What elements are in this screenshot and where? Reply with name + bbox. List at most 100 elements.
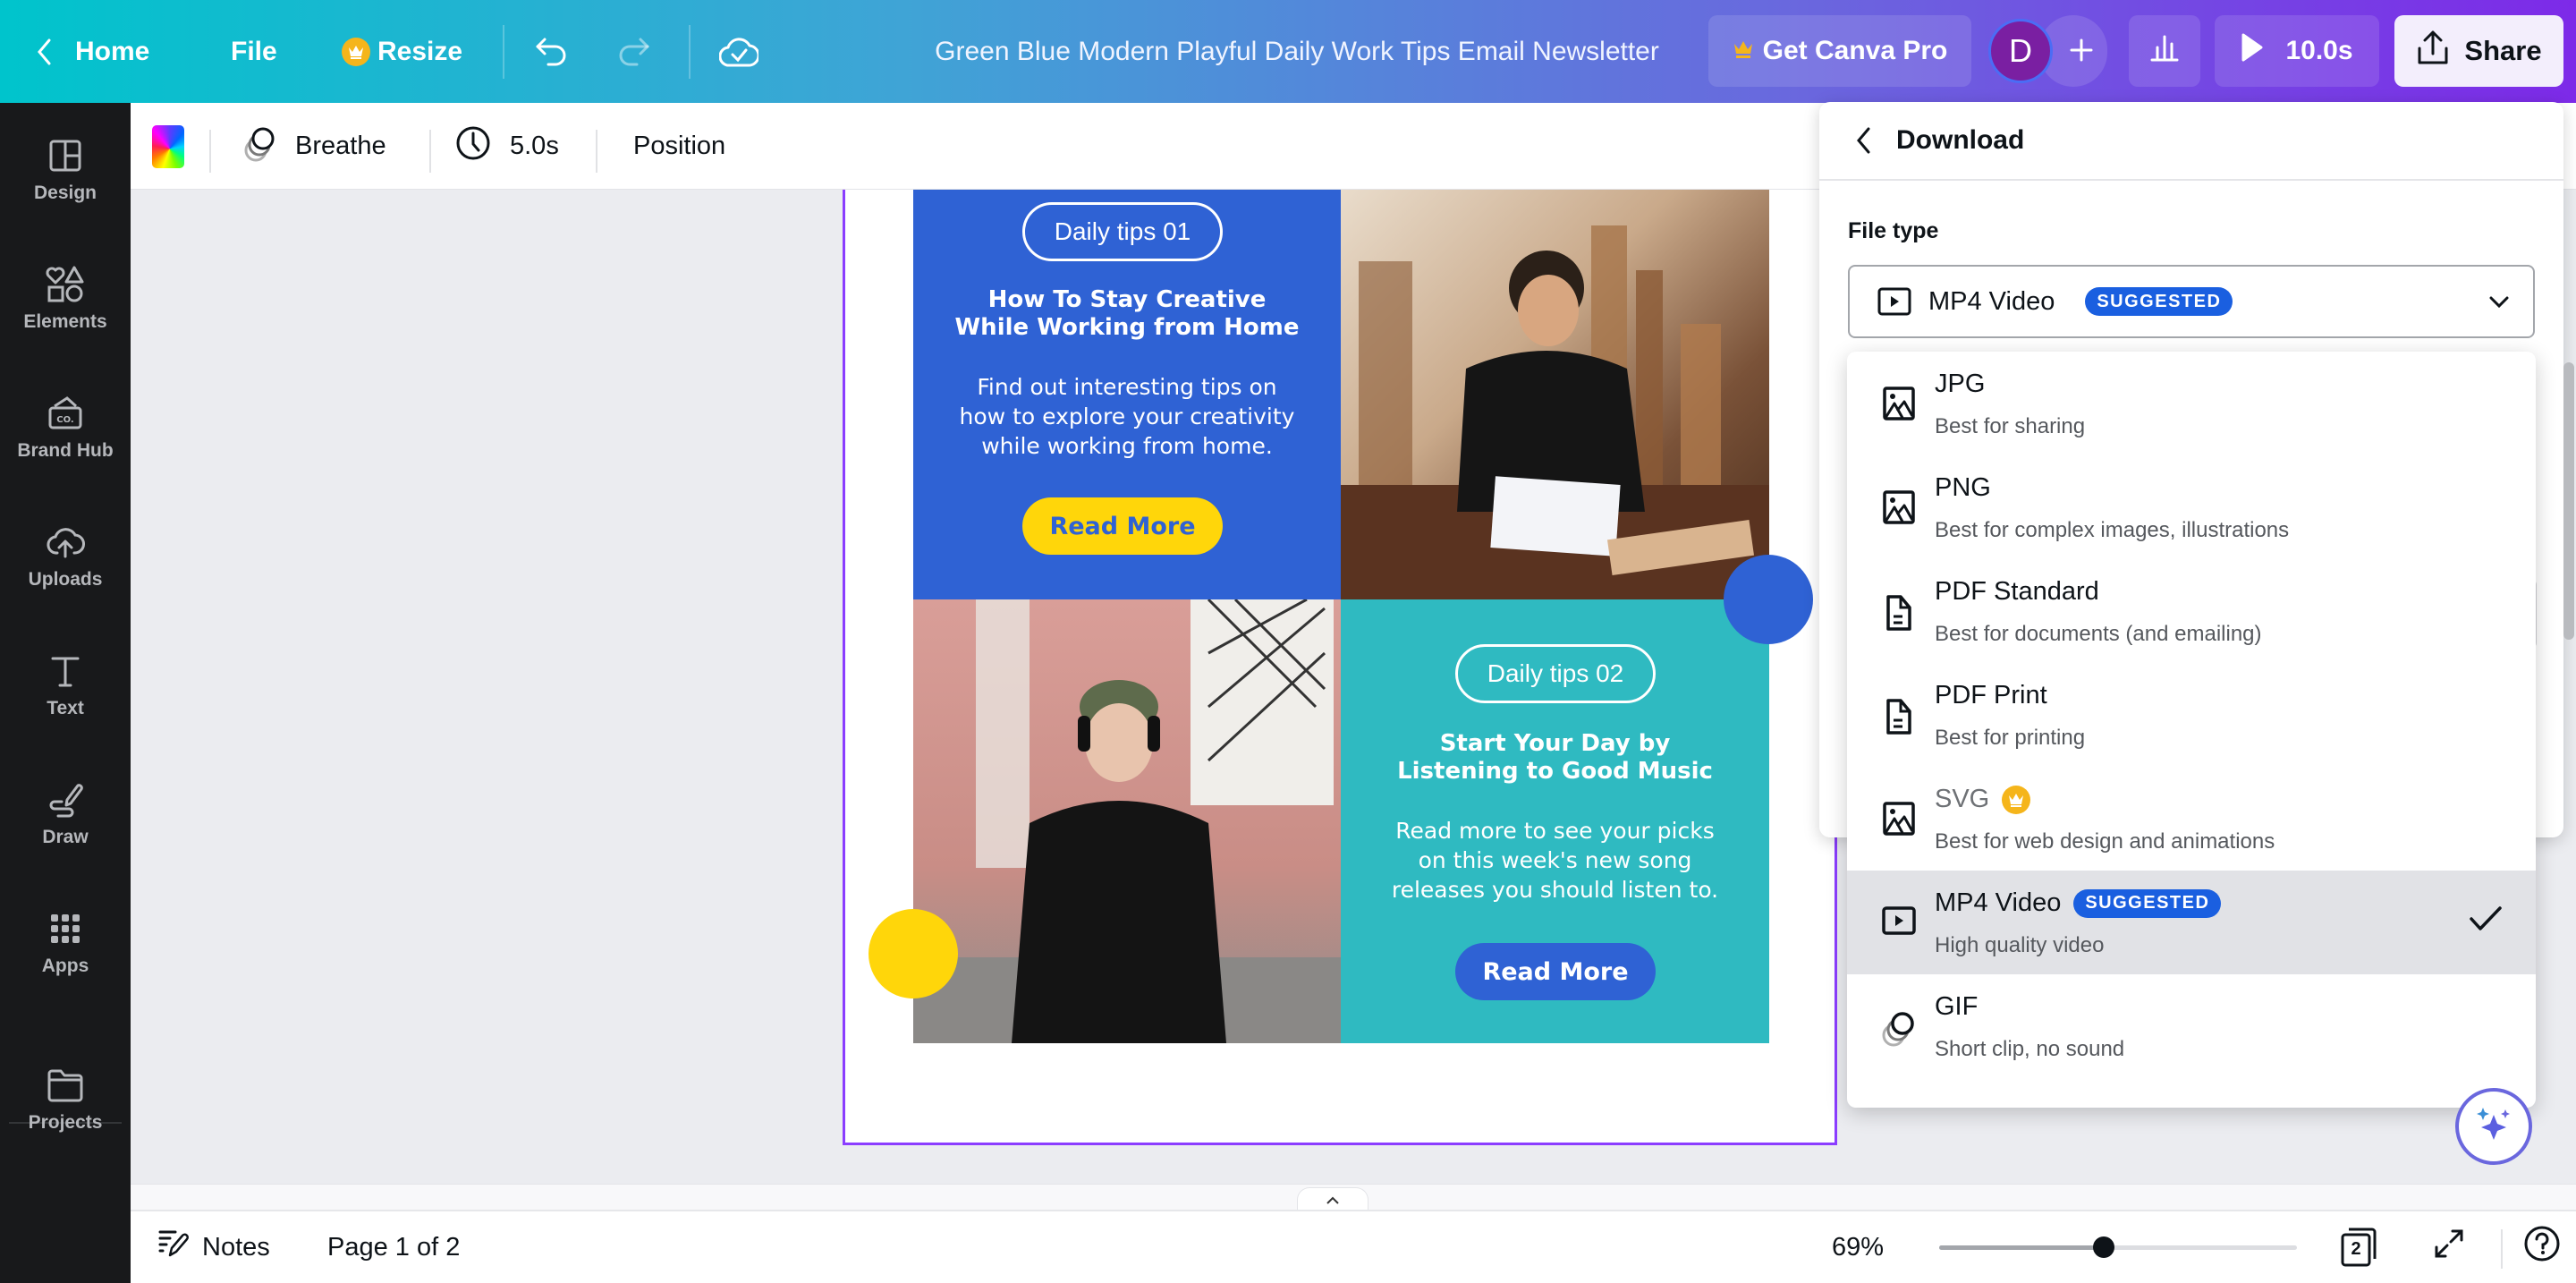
sidebar-label: Elements	[23, 311, 107, 332]
get-pro-label: Get Canva Pro	[1762, 36, 1948, 65]
read-more-button[interactable]: Read More	[1455, 943, 1656, 1000]
sidebar-item-elements[interactable]: Elements	[0, 263, 131, 333]
animation-button[interactable]: Breathe	[242, 103, 386, 190]
home-button[interactable]: Home	[36, 0, 149, 103]
zoom-level[interactable]: 69%	[1832, 1211, 1884, 1283]
zoom-slider[interactable]	[1939, 1236, 2297, 1258]
animate-layers-icon	[242, 123, 277, 170]
page-grid-button[interactable]: 2	[2340, 1211, 2377, 1283]
file-type-option-gif[interactable]: GIF Short clip, no sound	[1847, 974, 2536, 1078]
decor-circle-yellow[interactable]	[869, 909, 958, 998]
option-title-text: MP4 Video	[1935, 888, 2062, 917]
page-indicator[interactable]: Page 1 of 2	[327, 1211, 460, 1283]
expand-pages-button[interactable]	[1297, 1187, 1368, 1212]
sparkle-icon	[2471, 1102, 2516, 1151]
share-label: Share	[2464, 35, 2542, 66]
option-title: PNG	[1935, 473, 1991, 502]
undo-button[interactable]	[534, 0, 570, 103]
sidebar-item-text[interactable]: Text	[0, 650, 131, 719]
play-button[interactable]: 10.0s	[2215, 15, 2379, 87]
image-icon	[1881, 801, 1917, 837]
file-type-option-mp4[interactable]: MP4 Video SUGGESTED High quality video	[1847, 871, 2536, 974]
zoom-level-label: 69%	[1832, 1232, 1885, 1262]
file-type-option-pdf-print[interactable]: PDF Print Best for printing	[1847, 663, 2536, 767]
fullscreen-button[interactable]	[2433, 1211, 2465, 1283]
photo-woodworker[interactable]	[1341, 190, 1769, 599]
crown-icon	[2002, 785, 2031, 814]
checkmark-icon	[2468, 905, 2504, 938]
svg-text:CO.: CO.	[56, 415, 73, 425]
option-subtitle: Best for printing	[1935, 726, 2086, 750]
file-type-option-png[interactable]: PNG Best for complex images, illustratio…	[1847, 455, 2536, 559]
document-title[interactable]: Green Blue Modern Playful Daily Work Tip…	[912, 0, 1682, 103]
insights-button[interactable]	[2129, 15, 2200, 87]
save-status-button[interactable]	[719, 0, 758, 103]
position-button[interactable]: Position	[633, 103, 725, 190]
notes-icon	[157, 1228, 190, 1266]
sidebar-item-projects[interactable]: Projects	[0, 1064, 131, 1134]
share-upload-icon	[2416, 29, 2450, 73]
sidebar-item-uploads[interactable]: Uploads	[0, 521, 131, 591]
sidebar-label: Apps	[41, 956, 89, 976]
undo-icon	[534, 36, 570, 68]
chevron-left-icon	[1857, 127, 1870, 154]
headphones-illustration	[913, 598, 1341, 1043]
option-title: PDF Standard	[1935, 577, 2099, 606]
zoom-slider-thumb[interactable]	[2093, 1236, 2114, 1258]
play-duration: 10.0s	[2285, 36, 2353, 65]
sidebar-label: Text	[47, 698, 84, 718]
background-color-button[interactable]	[152, 103, 184, 190]
notes-button[interactable]: Notes	[157, 1211, 270, 1283]
tip-block-1[interactable]: Daily tips 01 How To Stay Creative While…	[913, 190, 1341, 599]
divider	[429, 130, 431, 173]
file-type-option-svg[interactable]: SVG Best for web design and animations	[1847, 767, 2536, 871]
download-panel-header: Download	[1819, 102, 2563, 181]
help-icon	[2523, 1225, 2561, 1270]
option-title: GIF	[1935, 992, 1979, 1021]
file-type-dropdown: JPG Best for sharing PNG Best for comple…	[1847, 352, 2536, 1108]
text-icon	[44, 650, 87, 692]
get-canva-pro-button[interactable]: Get Canva Pro	[1708, 15, 1971, 87]
option-title: JPG	[1935, 370, 1986, 398]
magic-assistant-button[interactable]	[2455, 1088, 2532, 1165]
back-button[interactable]	[1855, 126, 1871, 155]
sidebar-item-brand-hub[interactable]: CO. Brand Hub	[0, 392, 131, 462]
sidebar-item-design[interactable]: Design	[0, 134, 131, 204]
crown-icon	[342, 37, 370, 66]
left-sidebar: Design Elements CO. Brand Hub Uploads Te…	[0, 103, 131, 1283]
sidebar-label: Design	[33, 183, 97, 203]
photo-man-headphones[interactable]	[913, 598, 1341, 1043]
file-type-select[interactable]: MP4 Video SUGGESTED	[1848, 265, 2535, 338]
image-icon	[1881, 489, 1917, 525]
image-icon	[1881, 386, 1917, 421]
sidebar-item-draw[interactable]: Draw	[0, 778, 131, 848]
shapes-icon	[44, 263, 87, 306]
resize-button[interactable]: Resize	[342, 0, 462, 103]
sidebar-item-apps[interactable]: Apps	[0, 907, 131, 977]
file-type-option-pdf-standard[interactable]: PDF Standard Best for documents (and ema…	[1847, 559, 2536, 663]
color-picker-swatch	[152, 124, 184, 168]
panel-scrollbar[interactable]	[2563, 362, 2574, 640]
crown-icon	[1733, 36, 1754, 66]
user-avatar[interactable]: D	[1988, 19, 2053, 83]
layout-icon	[44, 134, 87, 177]
file-menu-button[interactable]: File	[231, 0, 277, 103]
help-button[interactable]	[2523, 1211, 2561, 1283]
play-icon	[2241, 32, 2264, 70]
tip-block-2[interactable]: Daily tips 02 Start Your Day by Listenin…	[1341, 599, 1769, 1043]
zoom-slider-fill	[1939, 1245, 2104, 1250]
draw-icon	[44, 778, 87, 821]
chevron-left-icon	[36, 38, 52, 66]
page-count: 2	[2351, 1239, 2361, 1259]
share-button[interactable]: Share	[2394, 15, 2563, 87]
home-label: Home	[75, 36, 150, 66]
divider	[689, 25, 691, 79]
file-type-option-jpg[interactable]: JPG Best for sharing	[1847, 352, 2536, 455]
redo-button[interactable]	[615, 0, 651, 103]
read-more-button[interactable]: Read More	[1022, 497, 1223, 555]
tip-body: Read more to see your picks on this week…	[1391, 818, 1719, 903]
duration-button[interactable]: 5.0s	[454, 103, 559, 190]
option-title-text: SVG	[1935, 785, 1990, 813]
decor-circle-blue[interactable]	[1724, 555, 1813, 644]
top-bar: Home File Resize Green Blue Modern Playf…	[0, 0, 2576, 103]
